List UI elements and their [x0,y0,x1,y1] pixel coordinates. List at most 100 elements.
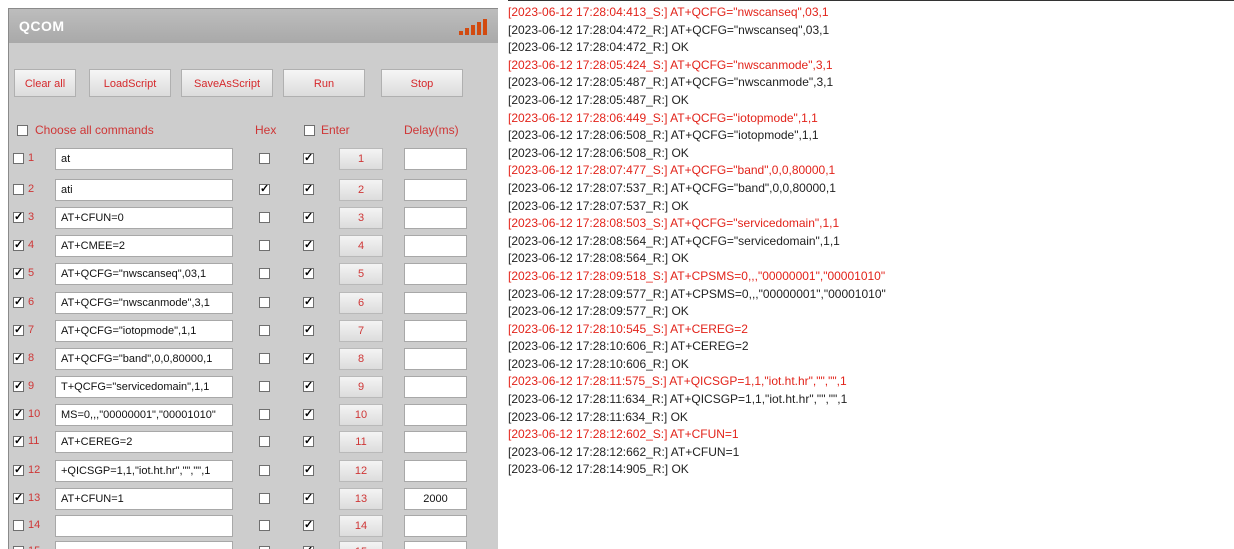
row-number: 14 [28,519,41,531]
enter-all-checkbox[interactable] [304,125,315,136]
send-button[interactable]: 4 [339,235,383,257]
serial-log[interactable]: [2023-06-12 17:28:04:413_S:] AT+QCFG="nw… [508,4,1234,548]
enter-checkbox[interactable]: ✓ [303,436,314,447]
delay-input[interactable] [404,515,467,537]
send-button[interactable]: 3 [339,207,383,229]
log-line-sent: [2023-06-12 17:28:05:424_S:] AT+QCFG="nw… [508,57,833,72]
row-select-checkbox[interactable] [13,520,24,531]
delay-input[interactable] [404,235,467,257]
enter-checkbox[interactable]: ✓ [303,409,314,420]
send-button[interactable]: 13 [339,488,383,510]
enter-checkbox[interactable]: ✓ [303,465,314,476]
hex-checkbox[interactable] [259,353,270,364]
command-input[interactable]: AT+CFUN=1 [55,488,233,510]
command-input[interactable]: AT+QCFG="band",0,0,80000,1 [55,348,233,370]
row-select-checkbox[interactable]: ✓ [13,493,24,504]
command-input[interactable]: at [55,148,233,170]
delay-input[interactable] [404,348,467,370]
enter-checkbox[interactable]: ✓ [303,325,314,336]
enter-checkbox[interactable]: ✓ [303,268,314,279]
row-select-checkbox[interactable] [13,153,24,164]
send-button[interactable]: 1 [339,148,383,170]
delay-input[interactable] [404,320,467,342]
delay-input[interactable]: 2000 [404,488,467,510]
command-input[interactable]: MS=0,,,"00000001","00001010" [55,404,233,426]
delay-input[interactable] [404,404,467,426]
delay-input[interactable] [404,179,467,201]
row-select-checkbox[interactable]: ✓ [13,409,24,420]
send-button[interactable]: 2 [339,179,383,201]
row-select-checkbox[interactable]: ✓ [13,325,24,336]
hex-checkbox[interactable] [259,493,270,504]
delay-input[interactable] [404,292,467,314]
delay-input[interactable] [404,148,467,170]
command-input[interactable]: AT+CMEE=2 [55,235,233,257]
load-script-button[interactable]: LoadScript [89,69,171,97]
enter-checkbox[interactable]: ✓ [303,297,314,308]
delay-input[interactable] [404,431,467,453]
hex-checkbox[interactable] [259,436,270,447]
delay-input[interactable] [404,376,467,398]
row-select-checkbox[interactable]: ✓ [13,212,24,223]
clear-all-button[interactable]: Clear all [14,69,76,97]
row-select-checkbox[interactable]: ✓ [13,436,24,447]
row-select-checkbox[interactable]: ✓ [13,465,24,476]
command-input[interactable]: AT+QCFG="iotopmode",1,1 [55,320,233,342]
hex-checkbox[interactable] [259,325,270,336]
command-input[interactable]: AT+CEREG=2 [55,431,233,453]
command-input[interactable]: AT+QCFG="nwscanmode",3,1 [55,292,233,314]
command-input[interactable]: T+QCFG="servicedomain",1,1 [55,376,233,398]
hex-checkbox[interactable]: ✓ [259,184,270,195]
row-select-checkbox[interactable]: ✓ [13,240,24,251]
enter-checkbox[interactable]: ✓ [303,381,314,392]
row-select-checkbox[interactable]: ✓ [13,268,24,279]
stop-button[interactable]: Stop [381,69,463,97]
send-button[interactable]: 11 [339,431,383,453]
hex-checkbox[interactable] [259,153,270,164]
row-select-checkbox[interactable]: ✓ [13,297,24,308]
send-button[interactable]: 7 [339,320,383,342]
hex-checkbox[interactable] [259,465,270,476]
send-button[interactable]: 9 [339,376,383,398]
delay-input[interactable] [404,207,467,229]
hex-checkbox[interactable] [259,297,270,308]
enter-checkbox[interactable]: ✓ [303,212,314,223]
command-input[interactable]: ati [55,179,233,201]
send-button[interactable]: 10 [339,404,383,426]
choose-all-checkbox[interactable] [17,125,28,136]
log-line-received: [2023-06-12 17:28:06:508_R:] AT+QCFG="io… [508,128,819,143]
enter-checkbox[interactable]: ✓ [303,520,314,531]
hex-checkbox[interactable] [259,520,270,531]
save-as-script-button[interactable]: SaveAsScript [181,69,273,97]
hex-checkbox[interactable] [259,268,270,279]
log-line-received: [2023-06-12 17:28:14:905_R:] OK [508,462,689,477]
enter-checkbox[interactable]: ✓ [303,240,314,251]
row-select-checkbox[interactable] [13,184,24,195]
delay-input[interactable] [404,460,467,482]
log-line-received: [2023-06-12 17:28:04:472_R:] OK [508,40,689,55]
hex-checkbox[interactable] [259,240,270,251]
hex-checkbox[interactable] [259,381,270,392]
enter-checkbox[interactable]: ✓ [303,353,314,364]
enter-checkbox[interactable]: ✓ [303,184,314,195]
send-button[interactable]: 6 [339,292,383,314]
row-select-checkbox[interactable]: ✓ [13,381,24,392]
hex-checkbox[interactable] [259,212,270,223]
command-input[interactable] [55,515,233,537]
enter-checkbox[interactable]: ✓ [303,493,314,504]
delay-input[interactable] [404,263,467,285]
hex-checkbox[interactable] [259,409,270,420]
send-button[interactable]: 8 [339,348,383,370]
command-input[interactable]: +QICSGP=1,1,"iot.ht.hr","","",1 [55,460,233,482]
enter-checkbox[interactable]: ✓ [303,153,314,164]
command-input[interactable]: AT+QCFG="nwscanseq",03,1 [55,263,233,285]
send-button[interactable]: 12 [339,460,383,482]
row-select-checkbox[interactable]: ✓ [13,353,24,364]
send-button[interactable]: 14 [339,515,383,537]
send-button[interactable]: 5 [339,263,383,285]
log-line-sent: [2023-06-12 17:28:04:413_S:] AT+QCFG="nw… [508,5,829,19]
enter-header: Enter [321,123,350,137]
run-button[interactable]: Run [283,69,365,97]
title-bar: QCOM [9,9,498,43]
command-input[interactable]: AT+CFUN=0 [55,207,233,229]
